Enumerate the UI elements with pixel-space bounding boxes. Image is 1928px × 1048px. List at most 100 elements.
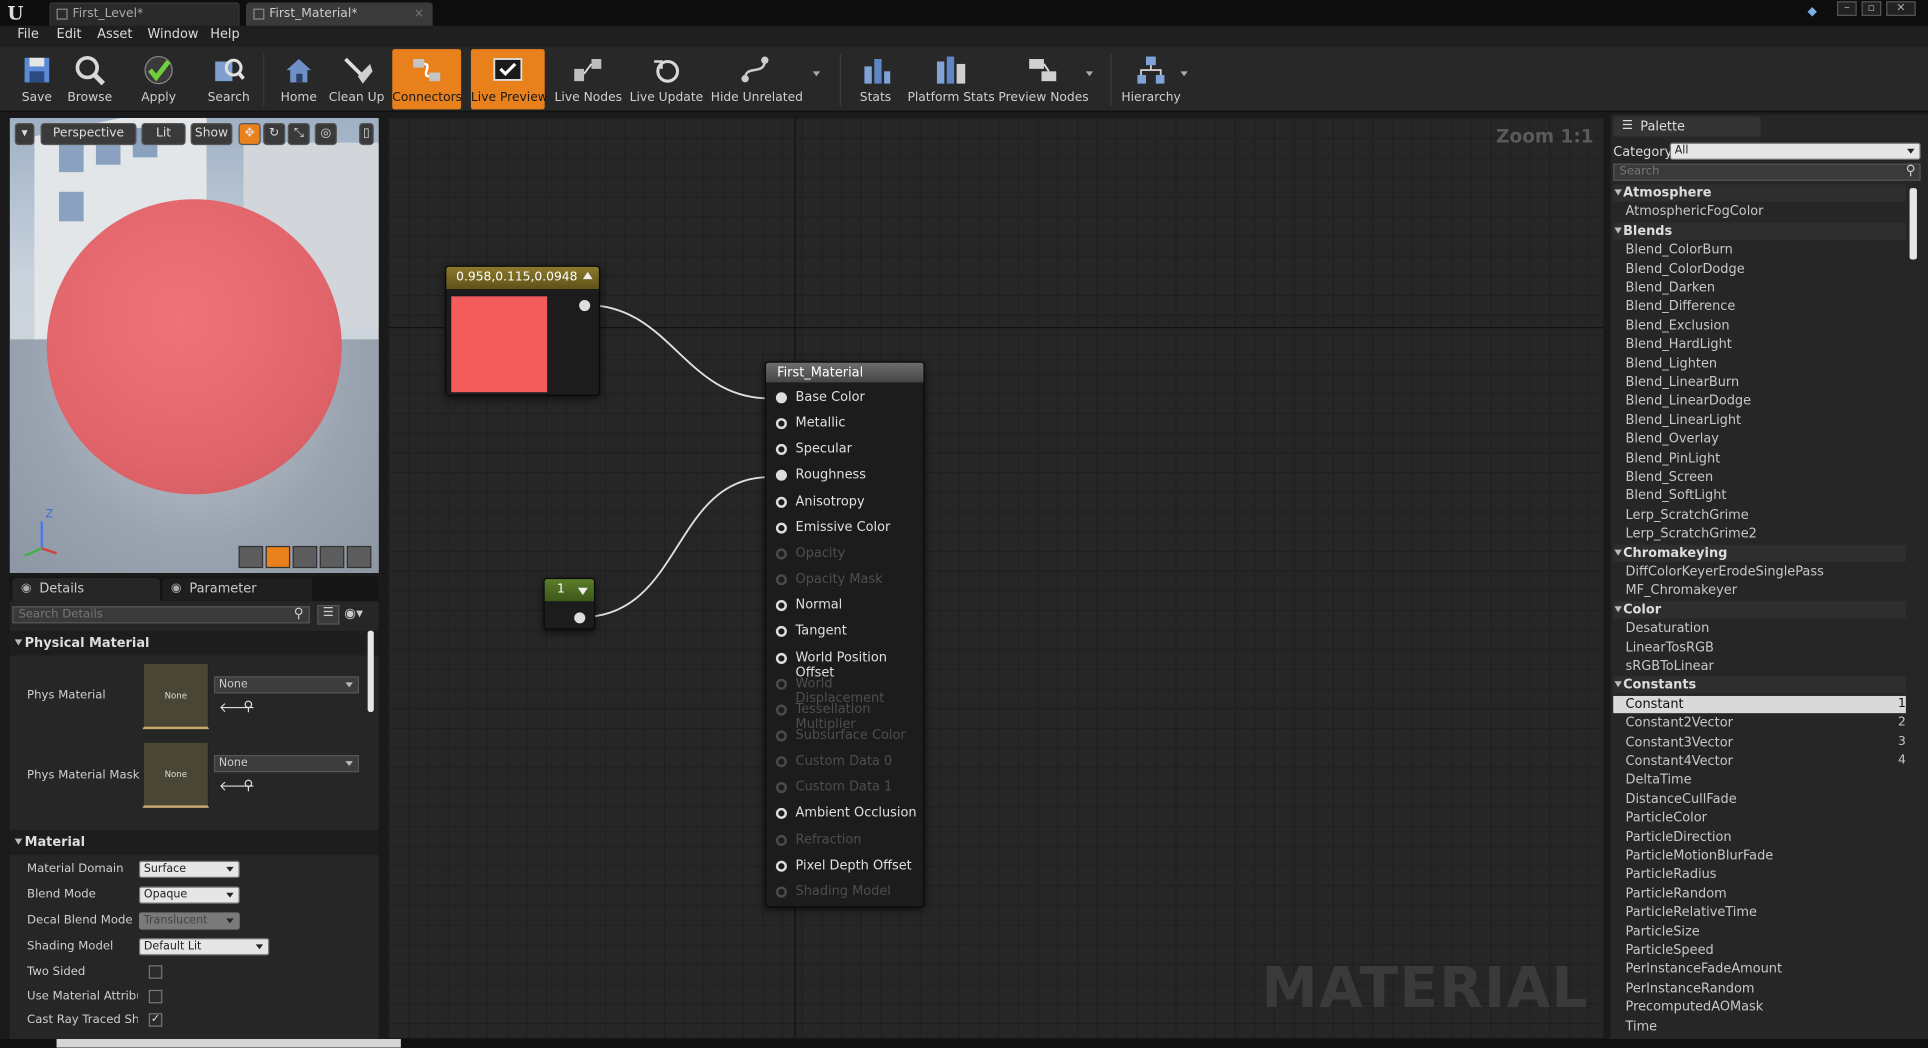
input-pin[interactable] [775, 860, 787, 872]
input-pin[interactable] [775, 626, 787, 638]
rotate-tool-icon[interactable]: ↻ [263, 122, 286, 146]
details-search-input[interactable]: Search Details ⚲ [12, 605, 310, 624]
live-preview-button[interactable]: Live Preview [470, 49, 548, 110]
use-material-attributes-checkbox[interactable] [148, 989, 163, 1004]
palette-category[interactable]: Color [1614, 602, 1661, 617]
live-update-button[interactable]: Live Update [630, 49, 704, 109]
browse-asset-icon[interactable]: ⚲ [243, 777, 253, 793]
show-button[interactable]: Show [190, 122, 233, 146]
view-options-list-icon[interactable]: ☰ [317, 604, 340, 625]
material-graph-canvas[interactable]: Zoom 1:1 0.958,0.115,0.0948 1 First_Mate… [388, 118, 1604, 1038]
expand-icon[interactable] [577, 587, 588, 596]
palette-item[interactable]: ParticleRelativeTime [1626, 905, 1757, 920]
palette-item[interactable]: Lerp_ScratchGrime [1626, 508, 1749, 523]
palette-item[interactable]: Blend_Screen [1626, 470, 1714, 485]
tab-first-level[interactable]: First_Level* [49, 2, 240, 26]
hide-unrelated-button[interactable]: Hide Unrelated [711, 49, 803, 109]
decal-blend-mode-select[interactable]: Translucent [138, 912, 240, 930]
category-select[interactable]: All [1669, 142, 1921, 160]
palette-category[interactable]: Chromakeying [1614, 545, 1727, 560]
constant3vector-node[interactable]: 0.958,0.115,0.0948 [445, 265, 601, 396]
palette-item[interactable]: ParticleColor [1626, 811, 1707, 826]
palette-category[interactable]: Blends [1614, 224, 1672, 238]
tab-first-material[interactable]: First_Material* × [245, 2, 433, 26]
viewport-menu-button[interactable]: ▾ [14, 122, 35, 146]
palette-item[interactable]: Blend_SoftLight [1626, 489, 1727, 504]
palette-item[interactable]: Blend_PinLight [1626, 451, 1721, 466]
plane-shape-icon[interactable] [292, 545, 318, 569]
clean-up-button[interactable]: Clean Up [327, 49, 386, 109]
live-nodes-button[interactable]: Live Nodes [555, 49, 622, 109]
palette-item[interactable]: ParticleSize [1626, 924, 1700, 939]
phys-material-mask-combo[interactable]: None [213, 754, 360, 773]
menu-edit[interactable]: Edit [57, 27, 82, 42]
preview-nodes-button[interactable]: Preview Nodes [998, 49, 1089, 109]
palette-item[interactable]: ParticleMotionBlurFade [1626, 848, 1774, 863]
teapot-shape-icon[interactable] [346, 545, 372, 569]
phys-material-thumbnail[interactable]: None [142, 662, 210, 730]
tab-details[interactable]: ◉ Details [12, 577, 160, 602]
close-tab-icon[interactable]: × [414, 4, 424, 25]
collapse-icon[interactable] [582, 271, 593, 280]
material-result-node[interactable]: First_Material Base Color Metallic Specula… [764, 361, 925, 908]
input-pin[interactable] [775, 522, 787, 534]
palette-item[interactable]: PerInstanceFadeAmount [1626, 962, 1783, 977]
home-button[interactable]: Home [273, 49, 325, 109]
palette-item[interactable]: Blend_Overlay [1626, 432, 1719, 447]
palette-item[interactable]: Blend_LinearLight [1626, 413, 1742, 428]
palette-item[interactable]: DeltaTime [1626, 773, 1692, 788]
palette-item[interactable]: MF_Chromakeyer [1626, 583, 1737, 598]
phys-material-combo[interactable]: None [213, 676, 360, 694]
menu-asset[interactable]: Asset [97, 27, 132, 42]
palette-item[interactable]: LinearTosRGB [1626, 640, 1714, 655]
save-button[interactable]: Save [12, 49, 61, 109]
palette-item[interactable]: Blend_Difference [1626, 299, 1736, 314]
palette-item[interactable]: ParticleRadius [1626, 867, 1717, 882]
palette-item[interactable]: DistanceCullFade [1626, 792, 1737, 807]
palette-item[interactable]: Constant3Vector [1626, 735, 1733, 750]
hide-unrelated-dropdown-icon[interactable] [812, 71, 821, 77]
palette-item[interactable]: Blend_HardLight [1626, 337, 1732, 352]
palette-search-input[interactable]: Search ⚲ [1613, 162, 1921, 181]
material-preview-viewport[interactable]: ▾ Perspective Lit Show ✥ ↻ ⤡ ◎ ▯ Z [9, 118, 379, 573]
palette-scrollbar[interactable] [1909, 188, 1917, 260]
palette-item[interactable]: Blend_ColorDodge [1626, 261, 1745, 276]
palette-item[interactable]: ParticleSpeed [1626, 943, 1714, 958]
viewport-options-icon[interactable]: ▯ [359, 122, 374, 146]
constant-node[interactable]: 1 [543, 577, 596, 630]
output-pin[interactable] [579, 300, 591, 312]
tab-palette[interactable]: ☰ Palette [1613, 116, 1761, 137]
help-icon[interactable]: ◆ [1808, 5, 1825, 19]
menu-file[interactable]: File [17, 27, 39, 42]
palette-item[interactable]: Time [1626, 1019, 1658, 1034]
palette-item[interactable]: sRGBToLinear [1626, 659, 1714, 674]
hierarchy-dropdown-icon[interactable] [1180, 71, 1188, 77]
input-pin[interactable] [775, 392, 787, 404]
horizontal-scrollbar[interactable] [56, 1039, 401, 1048]
palette-item[interactable]: PrecomputedAOMask [1626, 1000, 1764, 1015]
palette-item[interactable]: Constant2Vector [1626, 716, 1733, 731]
palette-item[interactable]: Blend_Darken [1626, 280, 1716, 295]
material-domain-select[interactable]: Surface [138, 860, 240, 878]
world-space-icon[interactable]: ◎ [314, 122, 337, 146]
input-pin[interactable] [775, 470, 787, 482]
preview-nodes-dropdown-icon[interactable] [1085, 71, 1094, 77]
palette-item[interactable]: PerInstanceRandom [1626, 981, 1755, 996]
platform-stats-button[interactable]: Platform Stats [907, 49, 995, 109]
menu-window[interactable]: Window [148, 27, 199, 42]
two-sided-checkbox[interactable] [148, 965, 163, 979]
cylinder-shape-icon[interactable] [238, 545, 264, 569]
shading-model-select[interactable]: Default Lit [138, 938, 270, 956]
phys-material-mask-thumbnail[interactable]: None [142, 741, 210, 808]
palette-item[interactable]: Blend_LinearDodge [1626, 394, 1752, 409]
apply-button[interactable]: Apply [133, 49, 185, 109]
browse-button[interactable]: Browse [64, 49, 116, 109]
details-scrollbar[interactable] [367, 630, 374, 712]
palette-item[interactable]: Desaturation [1626, 621, 1710, 636]
visibility-eye-icon[interactable]: ◉▾ [344, 605, 376, 625]
palette-item[interactable]: Blend_Exclusion [1626, 318, 1730, 333]
close-window-icon[interactable]: ✕ [1886, 1, 1916, 16]
palette-item[interactable]: Constant [1626, 697, 1684, 712]
input-pin[interactable] [775, 652, 787, 664]
palette-item[interactable]: Constant4Vector [1626, 754, 1733, 769]
